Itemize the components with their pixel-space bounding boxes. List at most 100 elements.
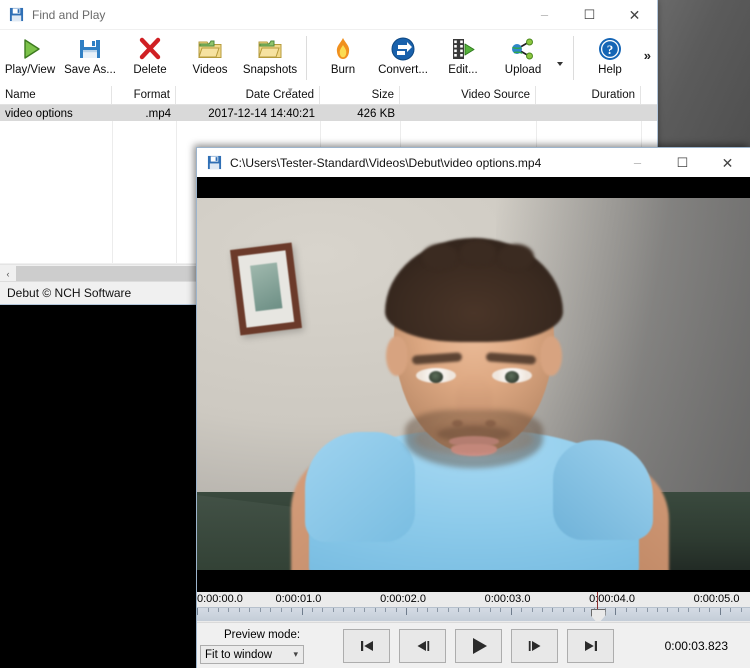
- maximize-button[interactable]: ☐: [660, 148, 705, 177]
- current-time-display: 0:00:03.823: [664, 639, 728, 653]
- timeline-minor-tick: [280, 608, 282, 612]
- play-button[interactable]: [455, 629, 502, 663]
- toolbar-label: Snapshots: [242, 64, 298, 76]
- timeline-major-tick: [197, 608, 198, 615]
- step-back-button[interactable]: [399, 629, 446, 663]
- subject-head: [384, 238, 563, 468]
- preview-mode-select[interactable]: Fit to window ▾: [200, 645, 304, 664]
- timeline-minor-tick: [479, 608, 481, 612]
- floppy-disk-icon: [78, 34, 102, 64]
- toolbar-button-delete[interactable]: Delete: [120, 30, 180, 86]
- close-button[interactable]: ✕: [705, 148, 750, 177]
- timeline-minor-tick: [458, 608, 460, 612]
- timeline-minor-tick: [636, 608, 637, 612]
- timeline-minor-tick: [416, 608, 418, 612]
- toolbar-button-convert[interactable]: Convert...: [373, 30, 433, 86]
- timeline-minor-tick: [667, 608, 669, 612]
- column-header-format[interactable]: Format: [112, 86, 176, 104]
- chevron-down-icon: ▾: [293, 649, 298, 659]
- skip-to-start-button[interactable]: [343, 629, 390, 663]
- toolbar-label: Upload: [504, 64, 542, 76]
- column-header-size[interactable]: Size: [320, 86, 400, 104]
- timeline-minor-tick: [217, 608, 219, 612]
- timeline-label: 0:00:00.0: [197, 593, 243, 605]
- column-header-name[interactable]: Name: [0, 86, 112, 104]
- toolbar-label: Burn: [330, 64, 356, 76]
- timeline-minor-tick: [583, 608, 585, 612]
- maximize-button[interactable]: ☐: [567, 0, 612, 29]
- toolbar-button-play-view[interactable]: Play/View: [0, 30, 60, 86]
- timeline-label: 0:00:03.0: [484, 593, 531, 605]
- timeline-major-tick: [510, 608, 512, 615]
- scroll-left-arrow-icon[interactable]: ‹: [0, 265, 16, 282]
- desktop-wallpaper-bottom: [0, 305, 196, 668]
- table-row[interactable]: video options .mp4 2017-12-14 14:40:21 4…: [0, 105, 657, 122]
- toolbar-button-videos[interactable]: Videos: [180, 30, 240, 86]
- timeline-minor-tick: [541, 608, 543, 612]
- timeline-label: 0:00:02.0: [380, 593, 426, 605]
- skip-start-icon: [359, 639, 375, 653]
- toolbar-upload-dropdown[interactable]: [553, 30, 567, 86]
- timeline-minor-tick: [688, 608, 690, 612]
- play-icon: [468, 636, 490, 656]
- timeline-minor-tick: [677, 608, 679, 612]
- toolbar-button-save-as[interactable]: Save As...: [60, 30, 120, 86]
- timeline-minor-tick: [312, 608, 313, 612]
- find-and-play-title-bar[interactable]: Find and Play – ☐ ✕: [0, 0, 657, 30]
- save-disk-icon: [207, 155, 222, 170]
- file-list-header: Name Format Date Created Size Video Sour…: [0, 85, 657, 105]
- timeline-minor-tick: [521, 608, 522, 612]
- minimize-button[interactable]: –: [615, 148, 660, 177]
- video-preview-area[interactable]: [197, 177, 750, 592]
- timeline-minor-tick: [709, 608, 711, 612]
- timeline-minor-tick: [730, 608, 732, 612]
- toolbar-label: Save As...: [64, 64, 116, 76]
- toolbar-button-snapshots[interactable]: Snapshots: [240, 30, 300, 86]
- timeline-ruler[interactable]: [197, 607, 750, 621]
- skip-end-icon: [583, 639, 599, 653]
- toolbar-button-help[interactable]: ? Help: [580, 30, 640, 86]
- skip-to-end-button[interactable]: [567, 629, 614, 663]
- toolbar-button-edit[interactable]: Edit...: [433, 30, 493, 86]
- toolbar-label: Help: [598, 64, 622, 76]
- find-and-play-title-text: Find and Play: [32, 7, 106, 22]
- video-timeline[interactable]: 0:00:00.0 0:00:01.0 0:00:02.0 0:00:03.0 …: [197, 592, 750, 624]
- timeline-minor-tick: [562, 608, 564, 612]
- timeline-minor-tick: [270, 608, 272, 612]
- timeline-minor-tick: [207, 608, 209, 612]
- timeline-minor-tick: [698, 608, 700, 612]
- timeline-minor-tick: [291, 608, 293, 612]
- close-button[interactable]: ✕: [612, 0, 657, 29]
- playback-button-row: [343, 629, 614, 663]
- cell-date-created: 2017-12-14 14:40:21: [208, 107, 315, 120]
- toolbar-label: Videos: [192, 64, 228, 76]
- toolbar-label: Convert...: [378, 64, 428, 76]
- toolbar-button-burn[interactable]: Burn: [313, 30, 373, 86]
- timeline-minor-tick: [489, 608, 491, 612]
- cell-video-source: [400, 105, 536, 122]
- column-header-date-created[interactable]: Date Created: [176, 86, 320, 104]
- step-back-icon: [415, 639, 431, 653]
- find-and-play-toolbar: Play/View Save As... Delete Videos Snaps…: [0, 30, 657, 87]
- timeline-minor-tick: [249, 608, 251, 612]
- player-title-bar[interactable]: C:\Users\Tester-Standard\Videos\Debut\vi…: [197, 148, 750, 177]
- minimize-button[interactable]: –: [522, 0, 567, 29]
- timeline-minor-tick: [343, 608, 345, 612]
- timeline-major-tick: [301, 608, 303, 615]
- toolbar-separator: [306, 36, 307, 80]
- toolbar-label: Edit...: [448, 64, 478, 76]
- column-header-video-source[interactable]: Video Source: [400, 86, 536, 104]
- desktop-wallpaper-right: [656, 0, 750, 152]
- preview-mode-value: Fit to window: [205, 648, 273, 661]
- timeline-minor-tick: [385, 608, 387, 612]
- step-forward-button[interactable]: [511, 629, 558, 663]
- column-header-duration[interactable]: Duration: [536, 86, 641, 104]
- film-strip-icon: [450, 34, 476, 64]
- timeline-minor-tick: [500, 608, 502, 612]
- timeline-minor-tick: [364, 608, 366, 612]
- toolbar-overflow-button[interactable]: »: [644, 48, 651, 63]
- cell-size: 426 KB: [357, 107, 395, 120]
- toolbar-button-upload[interactable]: Upload: [493, 30, 553, 86]
- convert-circle-icon: [390, 34, 416, 64]
- timeline-minor-tick: [625, 608, 627, 612]
